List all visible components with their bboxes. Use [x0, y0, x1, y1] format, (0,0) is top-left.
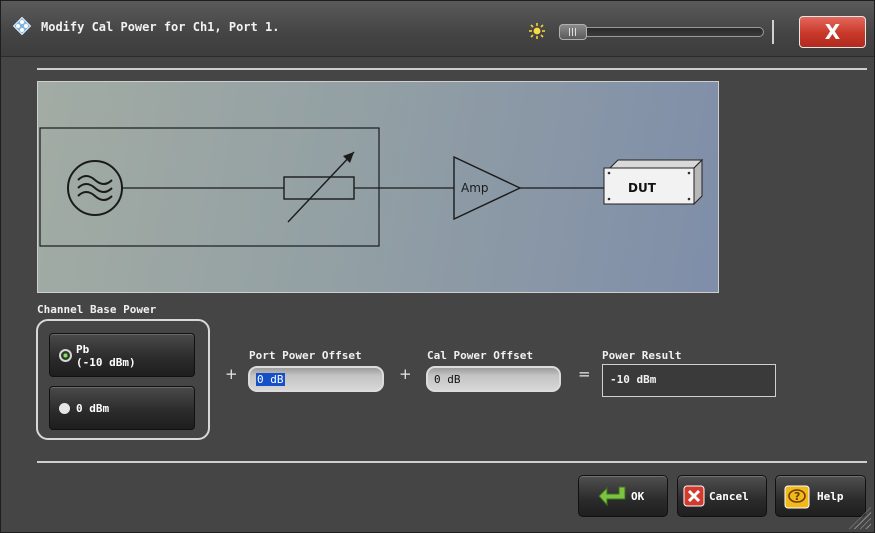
window-title: Modify Cal Power for Ch1, Port 1.: [41, 20, 280, 34]
help-button[interactable]: ? Help: [775, 475, 866, 517]
attenuator-symbol: [283, 176, 355, 200]
plus-operator-2: +: [399, 365, 412, 383]
plus-operator-1: +: [225, 365, 238, 383]
modify-cal-power-dialog: Modify Cal Power for Ch1, Port 1. X Amp …: [0, 0, 875, 533]
title-bar[interactable]: Modify Cal Power for Ch1, Port 1. X: [1, 1, 874, 57]
brightness-slider-thumb[interactable]: [559, 24, 587, 40]
cancel-label: Cancel: [709, 490, 749, 503]
port-power-offset-label: Port Power Offset: [249, 349, 362, 362]
slider-end-marker: [772, 20, 774, 44]
cal-power-offset-label: Cal Power Offset: [427, 349, 533, 362]
port-power-offset-value: 0 dB: [256, 373, 285, 386]
yellow-question-icon: ?: [784, 485, 810, 509]
sine-waves-icon: [77, 175, 113, 201]
cal-power-offset-input[interactable]: 0 dB: [426, 366, 561, 392]
power-path-diagram: Amp DUT: [37, 81, 719, 293]
base-power-pb-option[interactable]: Pb (-10 dBm): [49, 333, 195, 377]
dut-label: DUT: [628, 181, 657, 195]
cal-power-offset-value: 0 dB: [434, 373, 461, 386]
bottom-divider: [37, 461, 867, 463]
top-divider: [37, 68, 867, 70]
green-arrow-icon: [598, 486, 626, 507]
power-result-display: -10 dBm: [602, 364, 776, 397]
base-power-0dbm-option[interactable]: 0 dBm: [49, 386, 195, 430]
signal-path-svg: Amp DUT: [39, 127, 704, 247]
dut-box-icon: DUT: [603, 158, 704, 206]
source-box: [39, 127, 380, 247]
ok-label: OK: [631, 490, 645, 503]
power-result-value: -10 dBm: [610, 373, 657, 386]
svg-text:?: ?: [794, 490, 800, 503]
red-x-icon: [683, 485, 705, 507]
close-button[interactable]: X: [799, 16, 866, 48]
channel-base-power-label: Channel Base Power: [37, 303, 157, 316]
equals-operator: =: [578, 365, 591, 383]
amp-label: Amp: [461, 181, 489, 195]
port-power-offset-input[interactable]: 0 dB: [248, 366, 384, 392]
cancel-button[interactable]: Cancel: [677, 475, 767, 517]
sun-icon: [529, 23, 545, 39]
help-label: Help: [817, 490, 844, 503]
attenuator-arrow: [287, 151, 355, 223]
brightness-slider-track[interactable]: [559, 27, 764, 37]
app-diamond-icon: [12, 16, 32, 36]
ok-button[interactable]: OK: [578, 475, 668, 517]
radio-selected-icon: [59, 349, 72, 362]
radio-unselected-icon: [59, 403, 70, 414]
base-power-0dbm-label: 0 dBm: [76, 402, 110, 415]
base-power-pb-label: Pb (-10 dBm): [76, 343, 136, 369]
power-result-label: Power Result: [602, 349, 682, 362]
